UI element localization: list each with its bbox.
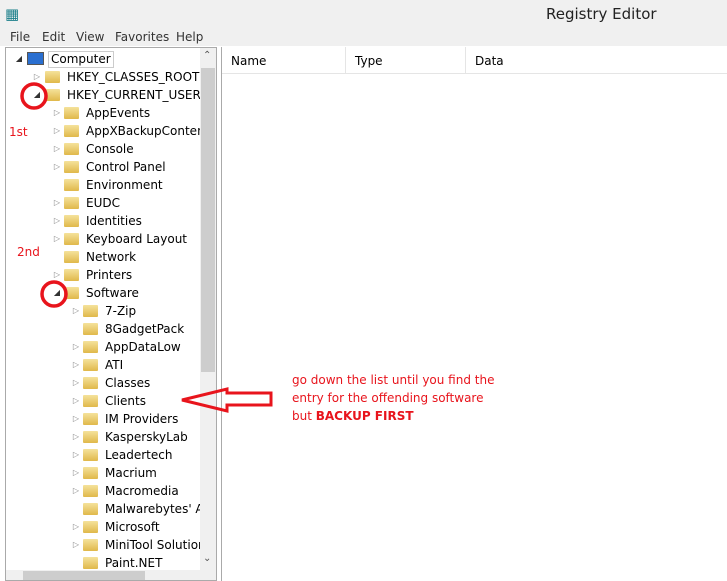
- annotation-note: go down the list until you find the entr…: [292, 371, 494, 425]
- annotation-first: 1st: [9, 125, 28, 139]
- note-line-2: entry for the offending software: [292, 391, 484, 405]
- note-line-3: but BACKUP FIRST: [292, 409, 414, 423]
- annotation-second: 2nd: [17, 245, 40, 259]
- annotation-layer: [20, 82, 273, 413]
- arrow-annotation: [181, 387, 273, 413]
- highlight-circle-1: [20, 82, 48, 110]
- highlight-circle-2: [40, 280, 68, 308]
- note-line-1: go down the list until you find the: [292, 373, 495, 387]
